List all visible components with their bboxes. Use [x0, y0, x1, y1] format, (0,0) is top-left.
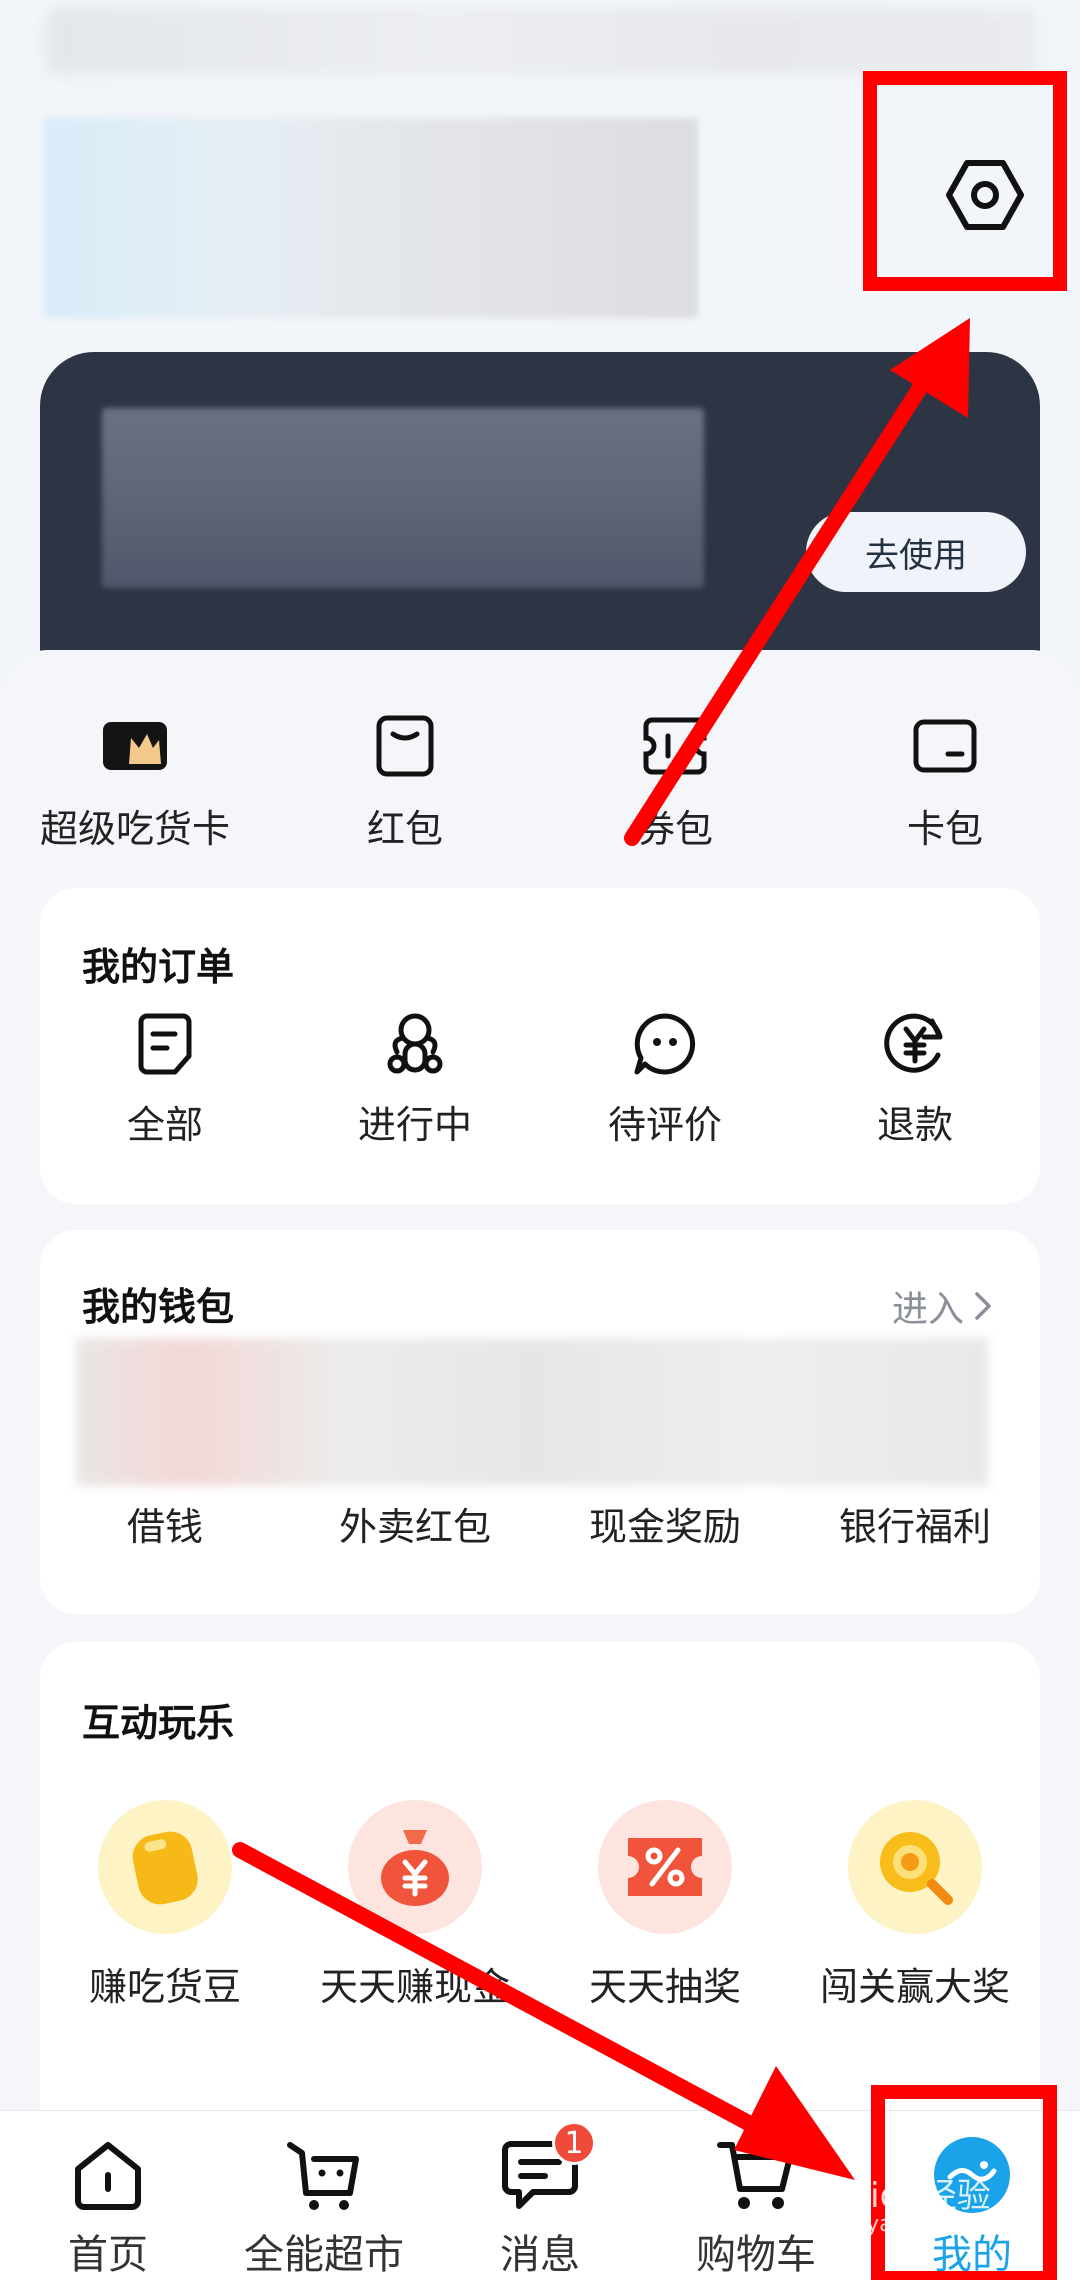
- order-shortcuts: 全部 进行中 待评价 退款: [40, 1008, 1040, 1149]
- tab-label: 消息: [500, 2232, 580, 2278]
- settings-button[interactable]: [930, 140, 1040, 250]
- fun-item-label: 闯关赢大奖: [819, 1965, 1010, 2009]
- order-all[interactable]: 全部: [40, 1008, 290, 1149]
- interactive-fun-card: 互动玩乐 赚吃货豆 天天赚现金 天天抽奖 闯关赢大奖: [40, 1642, 1040, 2162]
- super-foodie-card-icon: [99, 710, 171, 782]
- my-wallet-card: 我的钱包 进入 借钱 外卖红包 现金奖励 银行福利: [40, 1230, 1040, 1614]
- tab-label: 全能超市: [244, 2232, 404, 2278]
- quick-links-row: 超级吃货卡 红包 券包 卡包: [0, 710, 1080, 860]
- quick-link-coupon[interactable]: 券包: [540, 710, 810, 860]
- bean-icon: [98, 1800, 232, 1934]
- tab-messages[interactable]: 1 消息: [432, 2111, 648, 2280]
- quick-link-label: 红包: [366, 807, 443, 851]
- status-bar-blurred: [46, 8, 1036, 74]
- quick-link-label: 超级吃货卡: [39, 807, 230, 851]
- quick-link-label: 卡包: [906, 807, 983, 851]
- fun-item-level-prize[interactable]: 闯关赢大奖: [790, 1800, 1040, 2011]
- wallet-item-cash-reward[interactable]: 现金奖励: [540, 1496, 790, 1551]
- quick-link-card-wallet[interactable]: 卡包: [810, 710, 1080, 860]
- fun-items: 赚吃货豆 天天赚现金 天天抽奖 闯关赢大奖: [40, 1800, 1040, 2011]
- unread-badge: 1: [552, 2121, 596, 2165]
- wallet-enter-link[interactable]: 进入: [892, 1280, 992, 1332]
- tab-supermarket[interactable]: 全能超市: [216, 2111, 432, 2280]
- money-bag-icon: [348, 1800, 482, 1934]
- coupon-icon: [639, 710, 711, 782]
- order-label: 待评价: [607, 1103, 722, 1147]
- my-wallet-title: 我的钱包: [82, 1285, 235, 1329]
- order-label: 退款: [876, 1103, 953, 1147]
- home-icon: [66, 2133, 150, 2216]
- card-wallet-icon: [909, 710, 981, 782]
- wallet-item-loan[interactable]: 借钱: [40, 1496, 290, 1551]
- quick-link-red-packet[interactable]: 红包: [270, 710, 540, 860]
- order-to-review[interactable]: 待评价: [540, 1008, 790, 1149]
- quick-link-super-card[interactable]: 超级吃货卡: [0, 710, 270, 860]
- lottery-ticket-icon: [598, 1800, 732, 1934]
- watermark: Baidu经验: [826, 2176, 991, 2216]
- delivery-rider-icon: [379, 1008, 451, 1080]
- order-list-icon: [129, 1008, 201, 1080]
- wallet-enter-label: 进入: [891, 1289, 964, 1330]
- settings-hexagon-icon: [946, 160, 1024, 230]
- use-now-button[interactable]: 去使用: [806, 512, 1026, 592]
- fun-item-daily-lottery[interactable]: 天天抽奖: [540, 1800, 790, 2011]
- wallet-item-takeaway-packet[interactable]: 外卖红包: [290, 1496, 540, 1551]
- order-label: 全部: [126, 1103, 203, 1147]
- interactive-fun-title: 互动玩乐: [82, 1701, 235, 1745]
- supermarket-icon: [282, 2133, 366, 2216]
- tab-label: 首页: [68, 2232, 148, 2278]
- vip-card[interactable]: 去使用: [40, 352, 1040, 682]
- chevron-right-icon: [975, 1292, 991, 1320]
- refund-icon: [879, 1008, 951, 1080]
- tab-label: 购物车: [696, 2232, 816, 2278]
- watermark-url: jingyan.baidu.com: [826, 2212, 1030, 2237]
- cart-icon: [714, 2133, 798, 2216]
- fun-item-label: 天天赚现金: [319, 1965, 510, 2009]
- fun-item-label: 赚吃货豆: [88, 1965, 241, 2009]
- order-refund[interactable]: 退款: [790, 1008, 1040, 1149]
- wallet-items: 借钱 外卖红包 现金奖励 银行福利: [40, 1496, 1040, 1551]
- order-in-progress[interactable]: 进行中: [290, 1008, 540, 1149]
- message-icon: 1: [498, 2121, 596, 2216]
- my-orders-card: 我的订单 全部 进行中 待评价 退款: [40, 888, 1040, 1204]
- quick-link-label: 券包: [636, 807, 713, 851]
- fun-item-earn-beans[interactable]: 赚吃货豆: [40, 1800, 290, 2011]
- user-profile-blurred[interactable]: [44, 118, 698, 318]
- order-label: 进行中: [357, 1103, 472, 1147]
- fun-item-label: 天天抽奖: [588, 1965, 741, 2009]
- tab-home[interactable]: 首页: [0, 2111, 216, 2280]
- magnifier-prize-icon: [848, 1800, 982, 1934]
- vip-card-info-blurred: [102, 408, 704, 588]
- red-packet-icon: [369, 710, 441, 782]
- comment-icon: [629, 1008, 701, 1080]
- my-orders-title: 我的订单: [82, 945, 235, 989]
- wallet-item-bank-benefit[interactable]: 银行福利: [790, 1496, 1040, 1551]
- fun-item-daily-cash[interactable]: 天天赚现金: [290, 1800, 540, 2011]
- wallet-amounts-blurred: [76, 1338, 988, 1486]
